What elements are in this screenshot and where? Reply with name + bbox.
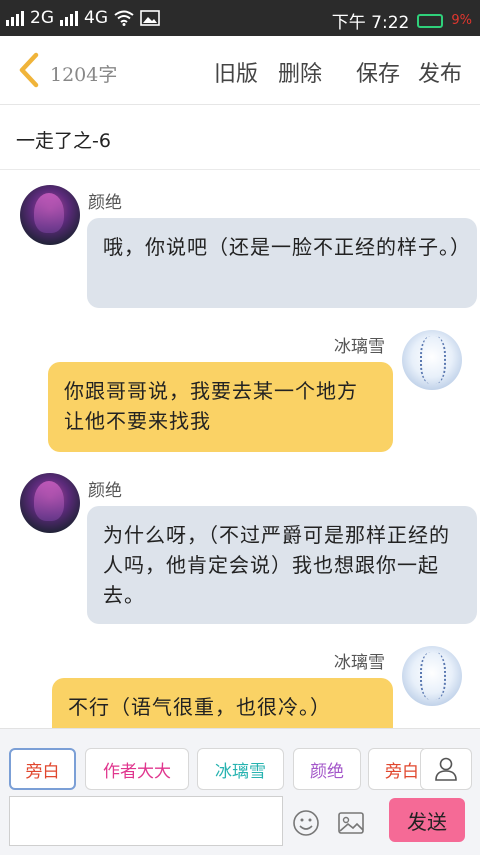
network-2g: 2G (30, 8, 54, 28)
battery-level: 9% (451, 13, 472, 28)
message-bubble[interactable]: 为什么呀，（不过严爵可是那样正经的人吗，他肯定会说）我也想跟你一起去。 (87, 506, 477, 624)
role-yanjue[interactable]: 颜绝 (293, 748, 361, 790)
delete-button[interactable]: 删除 (278, 56, 322, 88)
role-narration[interactable]: 旁白 (368, 748, 428, 790)
status-bar: 2G 4G 下午 7:22 9% (0, 0, 480, 36)
publish-button[interactable]: 发布 (418, 56, 462, 88)
network-4g: 4G (84, 8, 108, 28)
speaker-name: 冰璃雪 (334, 337, 385, 357)
back-chevron-icon[interactable] (14, 52, 44, 88)
avatar-yanjue[interactable] (20, 185, 80, 245)
image-icon[interactable] (337, 809, 365, 837)
avatar-binglixue[interactable] (402, 646, 462, 706)
role-label: 冰璃雪 (215, 761, 266, 782)
wifi-icon (114, 10, 134, 26)
word-count: 1204字 (50, 64, 118, 86)
role-author[interactable]: 作者大大 (85, 748, 189, 790)
signal-icon (6, 10, 24, 26)
gallery-icon (140, 10, 160, 26)
avatar-binglixue[interactable] (402, 330, 462, 390)
speaker-name: 颜绝 (88, 193, 122, 213)
save-button[interactable]: 保存 (356, 56, 400, 88)
message-input[interactable] (9, 796, 283, 846)
old-version-button[interactable]: 旧版 (214, 56, 258, 88)
send-button[interactable]: 发送 (389, 798, 465, 842)
role-label: 旁白 (385, 761, 419, 782)
emoji-icon[interactable] (292, 809, 320, 837)
compose-bar: 旁白 作者大大 冰璃雪 颜绝 旁白 发送 (0, 728, 480, 855)
role-label: 颜绝 (310, 761, 344, 782)
speaker-name: 冰璃雪 (334, 653, 385, 673)
divider (0, 169, 480, 170)
role-label: 作者大大 (103, 761, 171, 782)
speaker-name: 颜绝 (88, 481, 122, 501)
role-narration[interactable]: 旁白 (9, 748, 76, 790)
send-label: 发送 (407, 809, 447, 834)
clock: 下午 7:22 (331, 13, 410, 33)
role-binglixue[interactable]: 冰璃雪 (197, 748, 284, 790)
person-icon (435, 757, 457, 781)
avatar-yanjue[interactable] (20, 473, 80, 533)
role-label: 旁白 (25, 761, 60, 782)
message-bubble[interactable]: 你跟哥哥说，我要去某一个地方让他不要来找我 (48, 362, 393, 452)
add-role-button[interactable] (420, 748, 472, 790)
signal-icon (60, 10, 78, 26)
editor-toolbar: 1204字 旧版 删除 保存 发布 (0, 36, 480, 105)
message-bubble[interactable]: 哦，你说吧（还是一脸不正经的样子。） (87, 218, 477, 308)
battery-icon (417, 13, 444, 28)
chapter-title[interactable]: 一走了之-6 (16, 126, 111, 153)
